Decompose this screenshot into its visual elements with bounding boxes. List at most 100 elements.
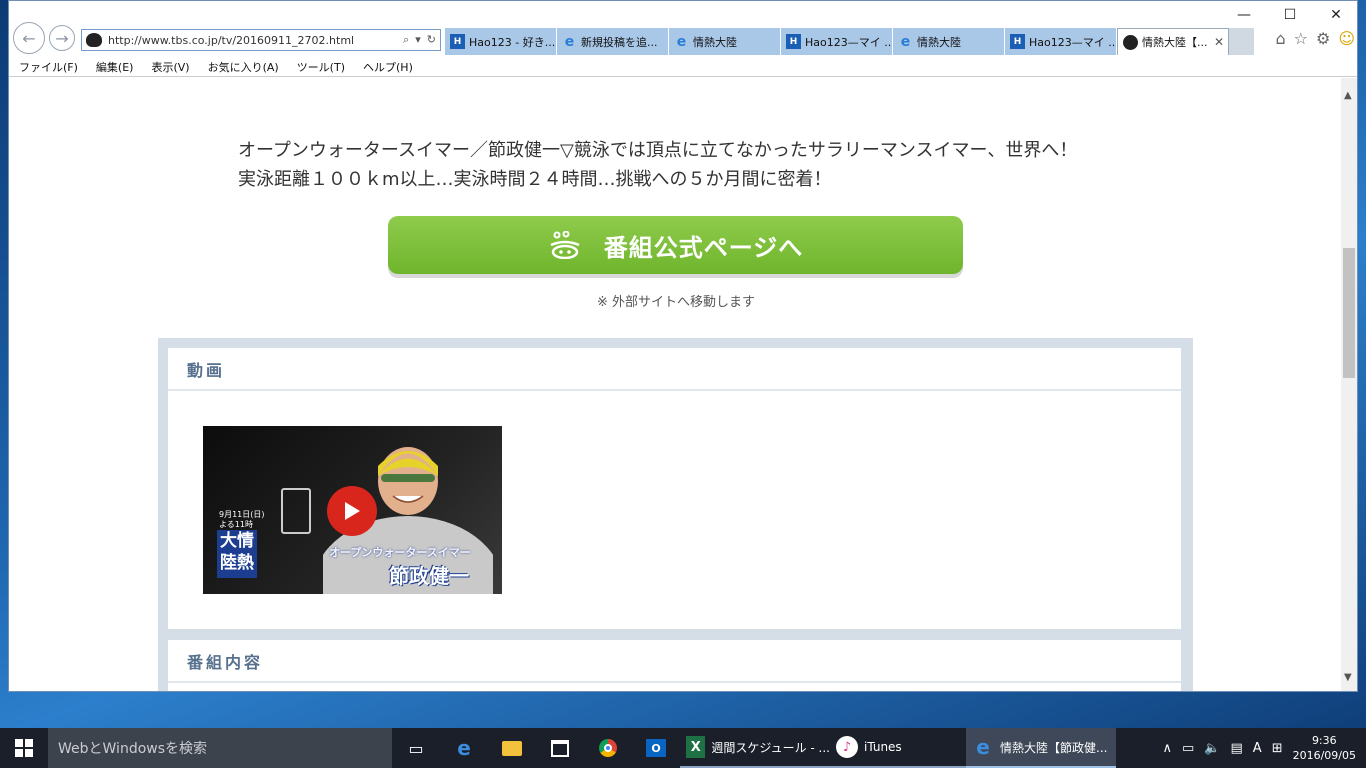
clock-time: 9:36	[1311, 734, 1337, 747]
chrome-icon[interactable]	[584, 728, 632, 768]
ie-icon: e	[976, 735, 990, 759]
ie-icon: e	[900, 33, 911, 50]
menu-bar: ファイル(F) 編集(E) 表示(V) お気に入り(A) ツール(T) ヘルプ(…	[9, 57, 1357, 77]
settings-gear-icon[interactable]: ⚙	[1316, 29, 1330, 48]
favorites-star-icon[interactable]: ☆	[1294, 29, 1308, 48]
official-page-button[interactable]: 番組公式ページへ	[388, 216, 963, 274]
file-explorer-icon[interactable]	[488, 728, 536, 768]
close-window-button[interactable]: ✕	[1313, 1, 1357, 29]
tab-hao123-1[interactable]: H Hao123 - 好き...	[445, 28, 557, 55]
window-caption-buttons: — ☐ ✕	[1221, 1, 1357, 29]
video-thumbnail[interactable]: 9月11日(日) よる11時 大情 陸熱 オープンウォータースイマー 節政健一	[203, 426, 502, 594]
tray-chevron-icon[interactable]: ∧	[1162, 741, 1172, 756]
tab-new-post[interactable]: e 新規投稿を追...	[557, 28, 669, 55]
minimize-button[interactable]: —	[1221, 1, 1267, 29]
address-url[interactable]: http://www.tbs.co.jp/tv/20160911_2702.ht…	[108, 34, 403, 47]
description-line-2: 実泳距離１００ｋm以上…実泳時間２４時間…挑戦への５か月間に密着！	[238, 169, 832, 190]
logo-line-2: 陸熱	[220, 553, 254, 573]
broadcast-date-line-2: よる11時	[219, 520, 253, 529]
pig-icon	[550, 231, 580, 259]
video-section-title: 動画	[168, 348, 1181, 391]
ie-icon: e	[676, 33, 687, 50]
menu-edit[interactable]: 編集(E)	[96, 59, 134, 75]
edge-icon[interactable]: e	[440, 728, 488, 768]
maximize-button[interactable]: ☐	[1267, 1, 1313, 29]
page-content: オープンウォータースイマー／節政健一▽競泳では頂点に立てなかったサラリーマンスイ…	[9, 78, 1343, 691]
vertical-scrollbar[interactable]: ▲ ▼	[1341, 78, 1357, 691]
jonetsu-tairiku-logo: 大情 陸熱	[217, 530, 257, 578]
browser-toolbar: — ☐ ✕ ← → http://www.tbs.co.jp/tv/201609…	[9, 1, 1357, 57]
tab-label: Hao123—マイ ...	[1029, 35, 1117, 49]
menu-file[interactable]: ファイル(F)	[19, 59, 78, 75]
scrollbar-thumb[interactable]	[1343, 248, 1355, 378]
taskbar-search-box[interactable]: WebとWindowsを検索	[48, 728, 392, 768]
start-button[interactable]	[0, 728, 48, 768]
scroll-down-icon[interactable]: ▼	[1344, 672, 1352, 683]
back-arrow-icon: ←	[22, 28, 36, 48]
external-site-note: ※ 外部サイトへ移動します	[596, 295, 756, 310]
tab-hao123-3[interactable]: H Hao123—マイ ...	[1005, 28, 1117, 55]
notifications-icon[interactable]: ▤	[1230, 741, 1242, 756]
broadcast-date: 9月11日(日) よる11時	[219, 510, 265, 530]
address-bar[interactable]: http://www.tbs.co.jp/tv/20160911_2702.ht…	[81, 29, 441, 51]
taskbar-ie[interactable]: e 情熱大陸【節政健...	[966, 728, 1116, 768]
windows-logo-icon	[15, 739, 33, 757]
ie-label: 情熱大陸【節政健...	[1000, 740, 1108, 755]
video-section-wrapper: 動画 9月11日(日) よる11時 大情 陸熱 オープンウォータースイマー 節政…	[158, 338, 1193, 691]
volume-icon[interactable]: 🔈	[1204, 741, 1220, 756]
tbs-bear-icon	[1123, 34, 1138, 50]
hao123-icon: H	[1010, 34, 1025, 49]
network-icon[interactable]: ⊞	[1272, 741, 1283, 756]
menu-tools[interactable]: ツール(T)	[297, 59, 345, 75]
forward-button[interactable]: →	[49, 25, 75, 51]
taskbar-clock[interactable]: 9:36 2016/09/05	[1293, 733, 1356, 763]
itunes-icon: ♪	[836, 736, 858, 758]
battery-icon[interactable]: ▭	[1182, 741, 1194, 756]
menu-favorites[interactable]: お気に入り(A)	[208, 59, 279, 75]
tab-hao123-2[interactable]: H Hao123—マイ ...	[781, 28, 893, 55]
tab-label: 情熱大陸	[693, 35, 737, 49]
hao123-icon: H	[786, 34, 801, 49]
tab-label: 情熱大陸【...	[1142, 36, 1208, 49]
excel-label: 週間スケジュール - ...	[711, 740, 830, 755]
scroll-up-icon[interactable]: ▲	[1344, 90, 1352, 101]
ime-indicator[interactable]: A	[1253, 741, 1262, 756]
store-icon[interactable]	[536, 728, 584, 768]
tab-strip: H Hao123 - 好き... e 新規投稿を追... e 情熱大陸 H Ha…	[445, 28, 1255, 55]
tab-jonetsu-2[interactable]: e 情熱大陸	[893, 28, 1005, 55]
back-button[interactable]: ←	[13, 22, 45, 54]
new-tab-button[interactable]	[1229, 28, 1255, 55]
browser-window: — ☐ ✕ ← → http://www.tbs.co.jp/tv/201609…	[8, 0, 1358, 692]
menu-help[interactable]: ヘルプ(H)	[363, 59, 413, 75]
tab-jonetsu-1[interactable]: e 情熱大陸	[669, 28, 781, 55]
home-icon[interactable]: ⌂	[1275, 29, 1285, 48]
system-tray: ∧ ▭ 🔈 ▤ A ⊞ 9:36 2016/09/05	[1162, 733, 1366, 763]
program-content-section: 番組内容	[168, 640, 1181, 691]
play-button[interactable]	[327, 486, 377, 536]
tab-label: 新規投稿を追...	[581, 35, 658, 49]
video-caption-large: 節政健一	[389, 564, 469, 588]
trophy-image	[281, 488, 311, 534]
ie-icon: e	[564, 33, 575, 50]
play-icon	[345, 502, 360, 520]
taskbar-excel[interactable]: X 週間スケジュール - ...	[680, 728, 830, 768]
tab-label: Hao123 - 好き...	[469, 35, 556, 49]
official-button-label: 番組公式ページへ	[603, 233, 804, 262]
tbs-bear-icon	[86, 33, 102, 47]
search-icon[interactable]: ⌕	[403, 33, 409, 47]
program-description: オープンウォータースイマー／節政健一▽競泳では頂点に立てなかったサラリーマンスイ…	[238, 136, 1077, 194]
forward-arrow-icon: →	[55, 28, 69, 48]
excel-icon: X	[686, 736, 706, 758]
dropdown-icon[interactable]: ▾	[415, 33, 421, 47]
hao123-icon: H	[450, 34, 465, 49]
task-view-icon[interactable]: ▭	[392, 728, 440, 768]
tab-jonetsu-active[interactable]: 情熱大陸【... ✕	[1117, 28, 1229, 55]
refresh-icon[interactable]: ↻	[427, 33, 436, 47]
feedback-smiley-icon[interactable]: ☺	[1338, 29, 1355, 48]
program-section-title: 番組内容	[168, 640, 1181, 683]
menu-view[interactable]: 表示(V)	[151, 59, 189, 75]
tab-close-icon[interactable]: ✕	[1214, 35, 1224, 49]
taskbar-itunes[interactable]: ♪ iTunes	[830, 728, 966, 768]
outlook-icon[interactable]: O	[632, 728, 680, 768]
clock-date: 2016/09/05	[1292, 749, 1356, 762]
